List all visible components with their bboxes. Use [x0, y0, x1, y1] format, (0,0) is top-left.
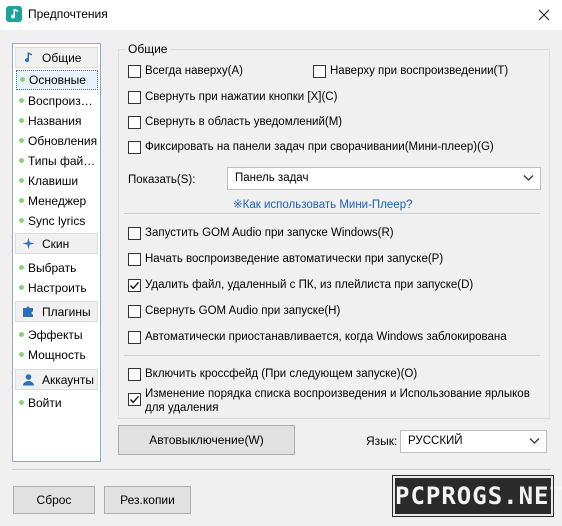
footer-divider: [12, 469, 551, 470]
chevron-down-icon: [523, 175, 534, 181]
close-icon: [538, 9, 550, 21]
sidebar: Общие Основные Воспроизведение Названия …: [12, 43, 101, 462]
sidebar-item-titles[interactable]: Названия: [16, 111, 98, 131]
sidebar-section-accounts[interactable]: Аккаунты: [15, 369, 98, 390]
sidebar-item-skin-select[interactable]: Выбрать: [16, 258, 98, 278]
auto-off-button[interactable]: Автовыключение(W): [118, 425, 295, 455]
reset-button[interactable]: Сброс: [13, 486, 95, 514]
show-select[interactable]: Панель задач: [227, 167, 541, 190]
sidebar-section-skin[interactable]: Скин: [15, 233, 98, 254]
sidebar-section-plugins[interactable]: Плагины: [15, 301, 98, 322]
user-icon: [23, 374, 34, 386]
close-button[interactable]: [526, 0, 562, 30]
sidebar-item-skin-configure[interactable]: Настроить: [16, 278, 98, 298]
divider: [124, 213, 540, 214]
backup-button[interactable]: Рез.копии: [104, 486, 191, 514]
sidebar-item-power[interactable]: Мощность: [16, 345, 98, 365]
sidebar-item-effects[interactable]: Эффекты: [16, 325, 98, 345]
sidebar-section-general[interactable]: Общие: [15, 47, 98, 68]
language-select[interactable]: РУССКИЙ: [400, 430, 547, 453]
sidebar-item-playback[interactable]: Воспроизведение: [16, 91, 98, 111]
app-icon: [6, 6, 22, 22]
language-label: Язык:: [366, 434, 398, 448]
sidebar-item-manager[interactable]: Менеджер: [16, 191, 98, 211]
sparkle-icon: [22, 237, 35, 250]
music-note-icon: [25, 52, 32, 63]
sidebar-item-hotkeys[interactable]: Клавиши: [16, 171, 98, 191]
group-title: Общие: [125, 42, 171, 56]
sidebar-item-sync-lyrics[interactable]: Sync lyrics: [16, 211, 98, 231]
mini-player-help-link[interactable]: ※Как использовать Мини-Плеер?: [233, 197, 413, 211]
title-bar: Предпочтения: [0, 0, 562, 30]
sidebar-item-basic[interactable]: Основные: [16, 70, 98, 90]
watermark-logo: PCPROGS.NET: [392, 475, 562, 517]
sidebar-item-updates[interactable]: Обновления: [16, 131, 98, 151]
puzzle-icon: [23, 306, 33, 317]
check-icon: [129, 395, 140, 404]
sidebar-item-login[interactable]: Войти: [16, 393, 98, 413]
sidebar-section-label: Общие: [42, 51, 82, 65]
check-icon: [129, 281, 140, 290]
show-label: Показать(S):: [128, 174, 196, 186]
window-title: Предпочтения: [28, 7, 108, 21]
sidebar-item-file-types[interactable]: Типы файлов: [16, 151, 98, 171]
chevron-down-icon: [529, 438, 540, 444]
divider: [124, 355, 540, 356]
